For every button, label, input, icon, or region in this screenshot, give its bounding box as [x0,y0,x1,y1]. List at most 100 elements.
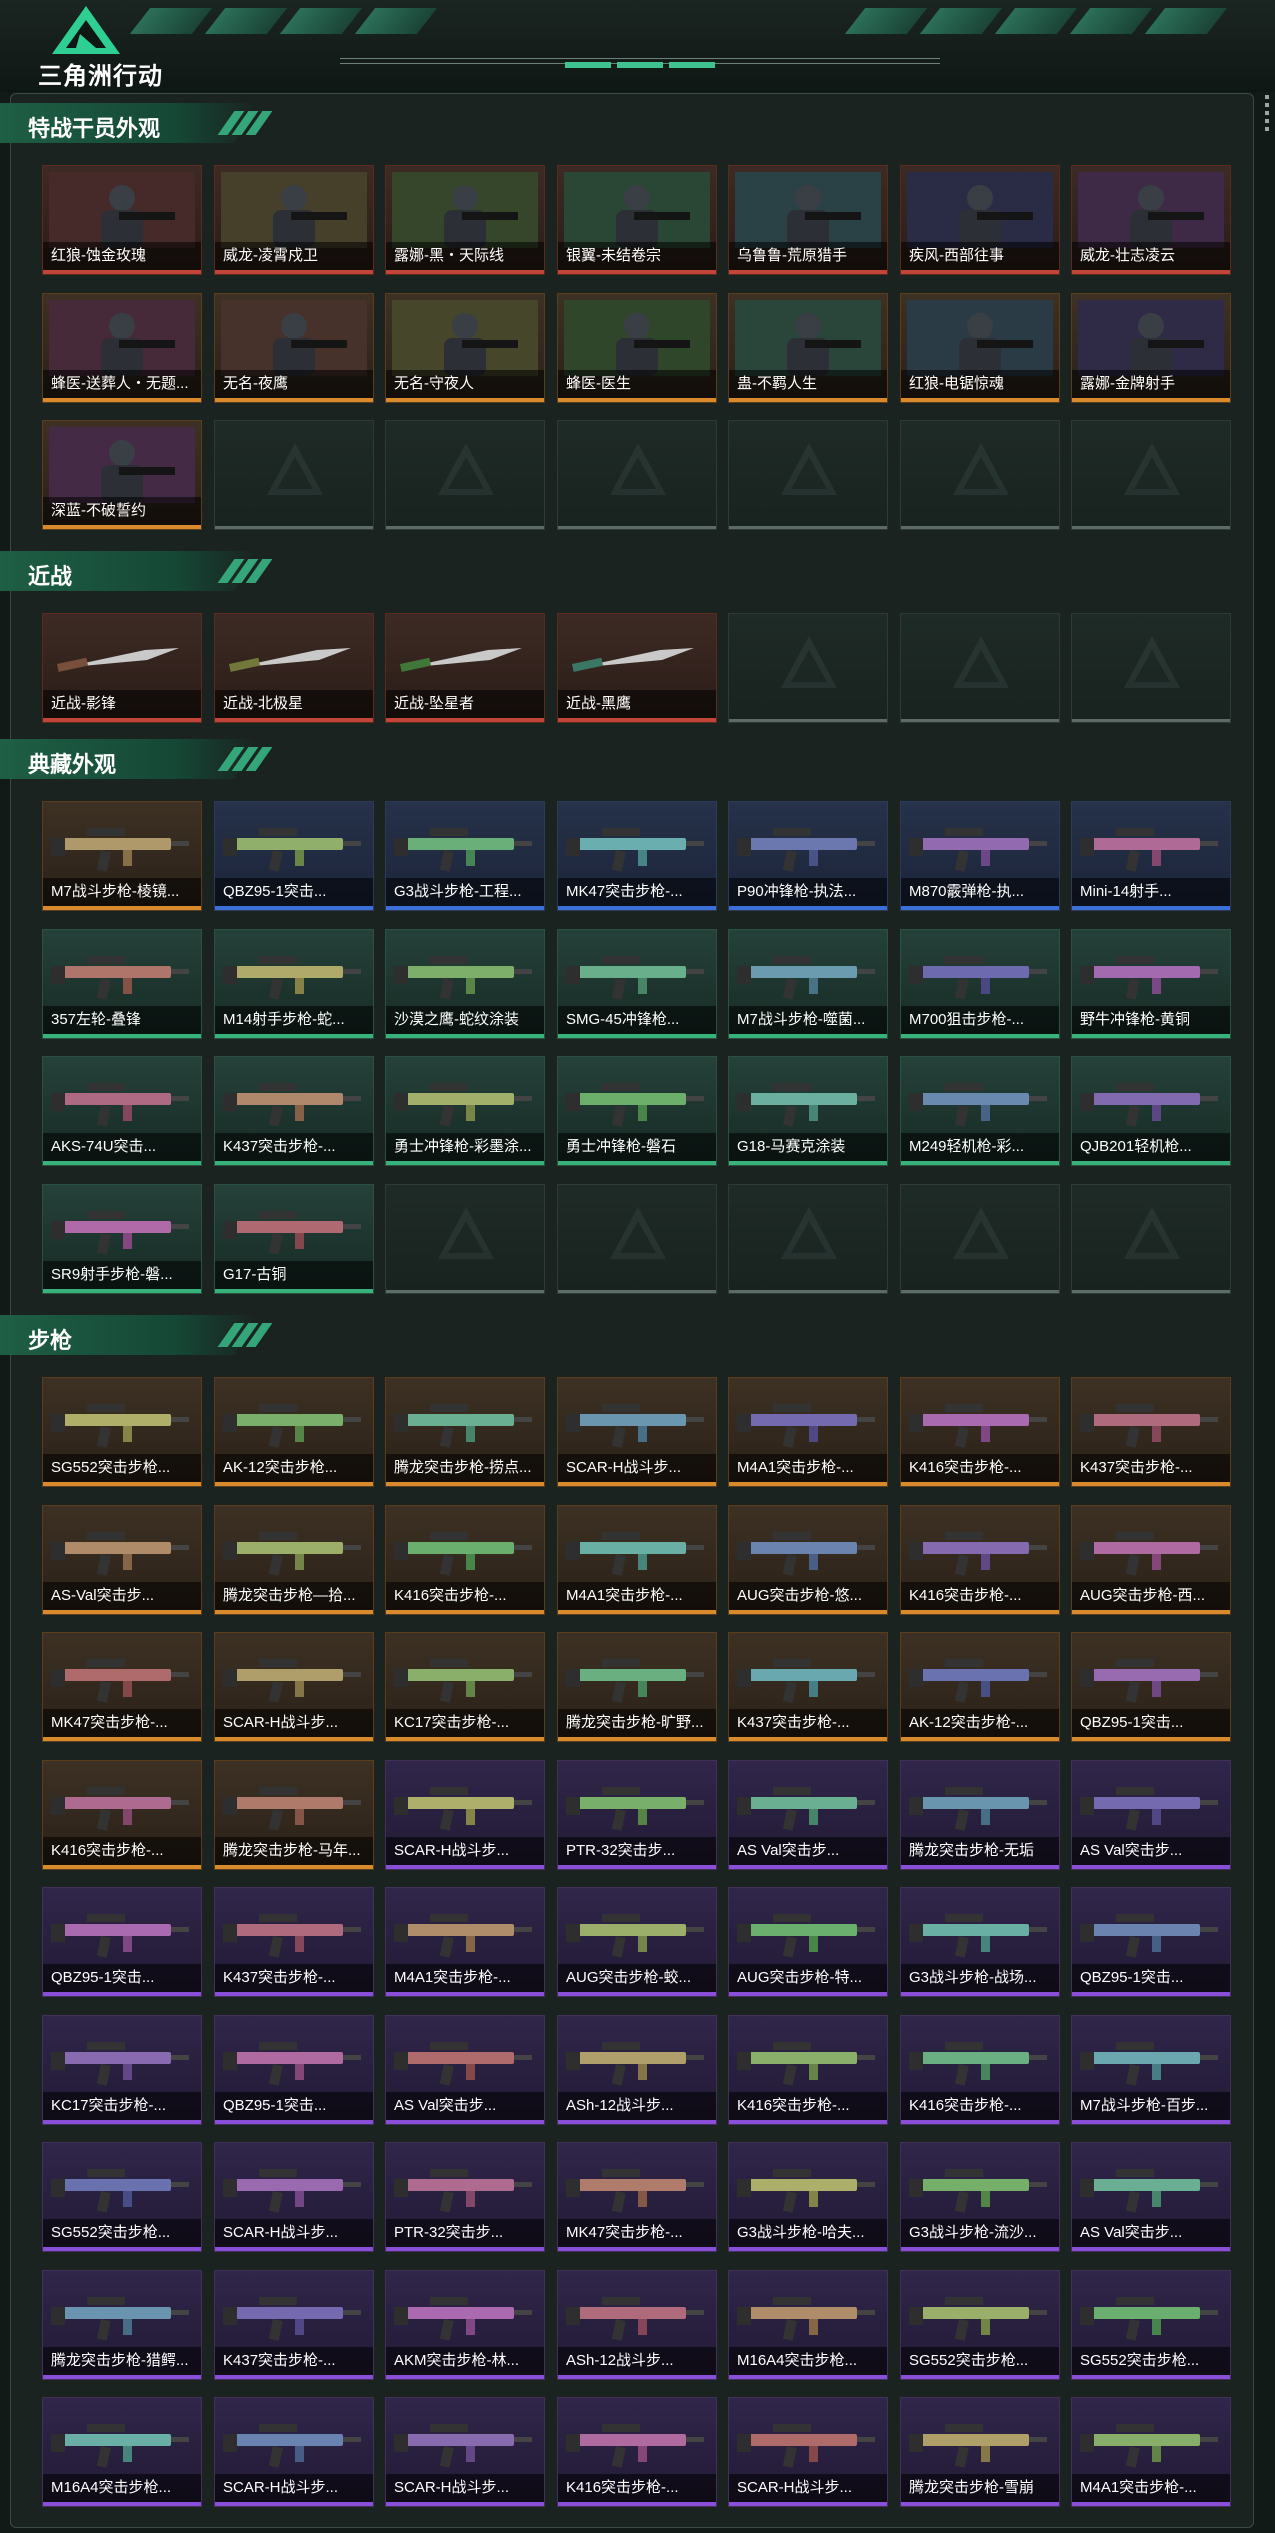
item-card[interactable]: K437突击步枪-... [214,1887,374,1997]
item-card[interactable]: 无名-夜鹰 [214,293,374,403]
item-card[interactable]: 腾龙突击步枪-猎鳄... [42,2270,202,2380]
item-card[interactable]: 露娜-黑・天际线 [385,165,545,275]
item-card[interactable]: ASh-12战斗步... [557,2270,717,2380]
item-card[interactable]: 露娜-金牌射手 [1071,293,1231,403]
item-card[interactable]: G3战斗步枪-哈夫... [728,2142,888,2252]
item-card[interactable]: 深蓝-不破誓约 [42,420,202,530]
item-card[interactable]: 无名-守夜人 [385,293,545,403]
item-card[interactable]: MK47突击步枪-... [42,1632,202,1742]
item-card[interactable]: ASh-12战斗步... [557,2015,717,2125]
item-card[interactable]: SG552突击步枪... [1071,2270,1231,2380]
item-card[interactable]: M700狙击步枪-... [900,929,1060,1039]
item-card[interactable]: QBZ95-1突击... [42,1887,202,1997]
item-card[interactable]: Mini-14射手... [1071,801,1231,911]
item-card[interactable]: 疾风-西部往事 [900,165,1060,275]
item-card[interactable]: M7战斗步枪-百步... [1071,2015,1231,2125]
item-card[interactable]: M16A4突击步枪... [728,2270,888,2380]
item-card[interactable]: K437突击步枪-... [214,1056,374,1166]
item-card[interactable]: AKM突击步枪-林... [385,2270,545,2380]
item-card[interactable]: 近战-影锋 [42,613,202,723]
item-card[interactable]: K437突击步枪-... [728,1632,888,1742]
item-card[interactable]: 腾龙突击步枪-马年... [214,1760,374,1870]
item-card[interactable]: K416突击步枪-... [385,1505,545,1615]
item-card[interactable]: G3战斗步枪-流沙... [900,2142,1060,2252]
item-card[interactable]: PTR-32突击步... [385,2142,545,2252]
item-card[interactable]: AK-12突击步枪-... [900,1632,1060,1742]
item-card[interactable]: SMG-45冲锋枪... [557,929,717,1039]
item-card[interactable]: 蜂医-送葬人・无题... [42,293,202,403]
item-card[interactable]: 腾龙突击步枪-旷野... [557,1632,717,1742]
item-card[interactable]: 勇士冲锋枪-彩墨涂... [385,1056,545,1166]
item-card[interactable]: MK47突击步枪-... [557,801,717,911]
item-card[interactable]: K437突击步枪-... [214,2270,374,2380]
item-card[interactable]: SG552突击步枪... [42,1377,202,1487]
item-card[interactable]: 银翼-未结卷宗 [557,165,717,275]
item-card[interactable]: G3战斗步枪-工程... [385,801,545,911]
item-card[interactable]: QJB201轻机枪... [1071,1056,1231,1166]
item-card[interactable]: KC17突击步枪-... [42,2015,202,2125]
item-card[interactable]: SG552突击步枪... [900,2270,1060,2380]
item-card[interactable]: AUG突击步枪-西... [1071,1505,1231,1615]
item-card[interactable]: P90冲锋枪-执法... [728,801,888,911]
item-card[interactable]: AUG突击步枪-悠... [728,1505,888,1615]
item-card[interactable]: MK47突击步枪-... [557,2142,717,2252]
item-card[interactable]: AUG突击步枪-蛟... [557,1887,717,1997]
item-card[interactable]: 蜂医-医生 [557,293,717,403]
item-card[interactable]: K416突击步枪-... [900,2015,1060,2125]
item-card[interactable]: 近战-北极星 [214,613,374,723]
item-card[interactable]: 腾龙突击步枪-无垢 [900,1760,1060,1870]
item-card[interactable]: AS-Val突击步... [42,1505,202,1615]
item-card[interactable]: SCAR-H战斗步... [557,1377,717,1487]
item-card[interactable]: SCAR-H战斗步... [214,2142,374,2252]
item-card[interactable]: K416突击步枪-... [900,1377,1060,1487]
item-card[interactable]: SCAR-H战斗步... [728,2397,888,2507]
item-card[interactable]: M14射手步枪-蛇... [214,929,374,1039]
item-card[interactable]: M7战斗步枪-棱镜... [42,801,202,911]
item-card[interactable]: QBZ95-1突击... [1071,1887,1231,1997]
item-card[interactable]: AKS-74U突击... [42,1056,202,1166]
item-card[interactable]: G3战斗步枪-战场... [900,1887,1060,1997]
item-card[interactable]: AS Val突击步... [385,2015,545,2125]
item-card[interactable]: 红狼-电锯惊魂 [900,293,1060,403]
item-card[interactable]: 腾龙突击步枪-雪崩 [900,2397,1060,2507]
item-card[interactable]: PTR-32突击步... [557,1760,717,1870]
item-card[interactable]: K416突击步枪-... [728,2015,888,2125]
item-card[interactable]: K416突击步枪-... [42,1760,202,1870]
item-card[interactable]: G17-古铜 [214,1184,374,1294]
item-card[interactable]: 近战-坠星者 [385,613,545,723]
item-card[interactable]: M7战斗步枪-噬菌... [728,929,888,1039]
item-card[interactable]: AUG突击步枪-特... [728,1887,888,1997]
item-card[interactable]: 357左轮-叠锋 [42,929,202,1039]
item-card[interactable]: 红狼-蚀金玫瑰 [42,165,202,275]
item-card[interactable]: M4A1突击步枪-... [557,1505,717,1615]
item-card[interactable]: 乌鲁鲁-荒原猎手 [728,165,888,275]
item-card[interactable]: M4A1突击步枪-... [1071,2397,1231,2507]
item-card[interactable]: AS Val突击步... [1071,1760,1231,1870]
item-card[interactable]: 勇士冲锋枪-磐石 [557,1056,717,1166]
item-card[interactable]: QBZ95-1突击... [214,801,374,911]
item-card[interactable]: AS Val突击步... [728,1760,888,1870]
item-card[interactable]: K437突击步枪-... [1071,1377,1231,1487]
item-card[interactable]: SCAR-H战斗步... [385,1760,545,1870]
item-card[interactable]: KC17突击步枪-... [385,1632,545,1742]
item-card[interactable]: 腾龙突击步枪—拾... [214,1505,374,1615]
item-card[interactable]: 威龙-壮志凌云 [1071,165,1231,275]
item-card[interactable]: M249轻机枪-彩... [900,1056,1060,1166]
item-card[interactable]: 腾龙突击步枪-捞点... [385,1377,545,1487]
item-card[interactable]: K416突击步枪-... [900,1505,1060,1615]
item-card[interactable]: M4A1突击步枪-... [728,1377,888,1487]
item-card[interactable]: 近战-黑鹰 [557,613,717,723]
item-card[interactable]: G18-马赛克涂装 [728,1056,888,1166]
item-card[interactable]: SCAR-H战斗步... [214,2397,374,2507]
item-card[interactable]: SG552突击步枪... [42,2142,202,2252]
item-card[interactable]: SR9射手步枪-磐... [42,1184,202,1294]
item-card[interactable]: AS Val突击步... [1071,2142,1231,2252]
item-card[interactable]: AK-12突击步枪... [214,1377,374,1487]
item-card[interactable]: 蛊-不羁人生 [728,293,888,403]
item-card[interactable]: M870霰弹枪-执... [900,801,1060,911]
item-card[interactable]: QBZ95-1突击... [1071,1632,1231,1742]
item-card[interactable]: 沙漠之鹰-蛇纹涂装 [385,929,545,1039]
item-card[interactable]: M16A4突击步枪... [42,2397,202,2507]
item-card[interactable]: M4A1突击步枪-... [385,1887,545,1997]
item-card[interactable]: 野牛冲锋枪-黄铜 [1071,929,1231,1039]
